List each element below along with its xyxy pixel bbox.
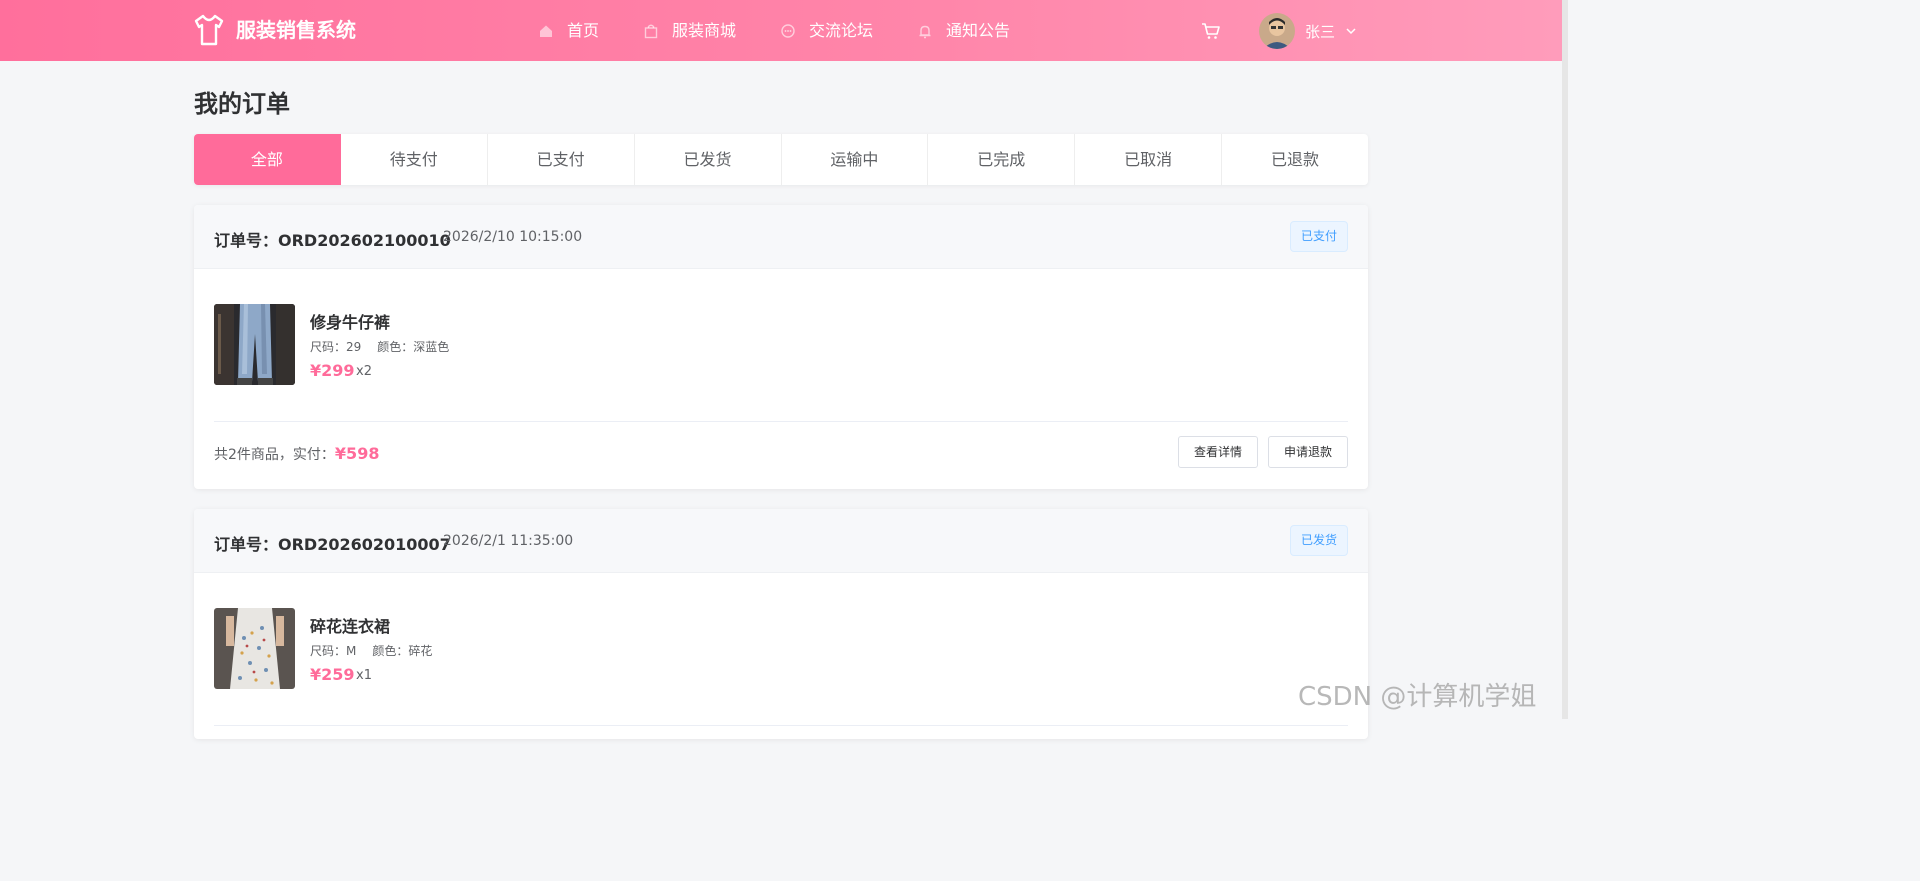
nav-forum-label: 交流论坛 — [809, 21, 874, 40]
scrollbar[interactable] — [1562, 0, 1568, 719]
tab-cancelled[interactable]: 已取消 — [1075, 134, 1223, 185]
product-size: 尺码：M — [310, 644, 357, 658]
status-badge: 已发货 — [1289, 525, 1348, 556]
app-title: 服装销售系统 — [236, 18, 356, 42]
product-quantity: x2 — [356, 364, 372, 379]
order-number: 订单号：ORD202602010007 — [214, 535, 451, 554]
request-refund-button[interactable]: 申请退款 — [1267, 436, 1348, 468]
view-detail-button[interactable]: 查看详情 — [1177, 436, 1258, 468]
summary-label: 共2件商品，实付： — [214, 447, 335, 463]
order-number: 订单号：ORD202602100010 — [214, 231, 451, 250]
home-icon — [540, 25, 552, 37]
product-size: 尺码：29 — [310, 340, 362, 354]
product-color: 颜色：深蓝色 — [377, 340, 450, 354]
product-image[interactable] — [214, 304, 295, 385]
product-price: ¥299 — [310, 361, 355, 380]
nav-home-label: 首页 — [567, 21, 600, 40]
user-name: 张三 — [1305, 22, 1336, 41]
product-color: 颜色：碎花 — [372, 644, 433, 658]
nav-mall[interactable]: 服装商城 — [643, 17, 736, 45]
order-summary: 共2件商品，实付：¥598 — [214, 444, 379, 464]
nav-notice-label: 通知公告 — [946, 21, 1011, 40]
watermark: CSDN @计算机学姐 — [1298, 682, 1537, 712]
order-time: 2026/2/1 11:35:00 — [443, 533, 574, 549]
user-menu[interactable]: 张三 — [1259, 13, 1357, 49]
divider — [214, 725, 1348, 726]
tshirt-icon — [194, 14, 224, 46]
order-time: 2026/2/10 10:15:00 — [443, 229, 583, 245]
cart-icon[interactable] — [1200, 20, 1222, 42]
order-card: 订单号：ORD202602100010 2026/2/10 10:15:00 已… — [194, 205, 1368, 489]
chat-bubble-icon — [781, 24, 795, 38]
product-spec: 尺码：29 颜色：深蓝色 — [310, 338, 449, 355]
product-price: ¥259 — [310, 665, 355, 684]
top-navbar: 服装销售系统 首页 服装商城 交流论坛 通知公告 张三 — [0, 0, 1562, 61]
tab-paid[interactable]: 已支付 — [488, 134, 635, 185]
order-item: 碎花连衣裙 尺码：M 颜色：碎花 ¥259 x1 — [194, 573, 1368, 726]
status-badge: 已支付 — [1289, 221, 1348, 252]
order-header: 订单号：ORD202602010007 2026/2/1 11:35:00 已发… — [194, 509, 1368, 573]
logo[interactable]: 服装销售系统 — [194, 14, 356, 46]
main-nav: 首页 服装商城 交流论坛 通知公告 — [538, 17, 1054, 45]
order-status-tabs: 全部 待支付 已支付 已发货 运输中 已完成 已取消 已退款 — [194, 134, 1368, 185]
nav-home[interactable]: 首页 — [538, 17, 599, 45]
product-name[interactable]: 修身牛仔裤 — [310, 309, 390, 333]
avatar — [1259, 13, 1295, 49]
tab-pending-payment[interactable]: 待支付 — [341, 134, 488, 185]
order-header: 订单号：ORD202602100010 2026/2/10 10:15:00 已… — [194, 205, 1368, 269]
product-name[interactable]: 碎花连衣裙 — [310, 613, 390, 637]
product-quantity: x1 — [356, 668, 372, 683]
nav-mall-label: 服装商城 — [672, 21, 737, 40]
summary-amount: ¥598 — [334, 444, 380, 463]
chevron-down-icon — [1346, 28, 1356, 35]
tab-refunded[interactable]: 已退款 — [1222, 134, 1368, 185]
page-title: 我的订单 — [194, 90, 290, 118]
tab-in-transit[interactable]: 运输中 — [782, 134, 929, 185]
bell-icon — [919, 25, 931, 39]
nav-forum[interactable]: 交流论坛 — [780, 17, 873, 45]
order-footer: 共2件商品，实付：¥598 查看详情 申请退款 — [194, 422, 1368, 489]
order-card: 订单号：ORD202602010007 2026/2/1 11:35:00 已发… — [194, 509, 1368, 739]
tab-completed[interactable]: 已完成 — [928, 134, 1076, 185]
product-image[interactable] — [214, 608, 295, 689]
order-item: 修身牛仔裤 尺码：29 颜色：深蓝色 ¥299 x2 — [194, 269, 1368, 422]
tab-shipped[interactable]: 已发货 — [635, 134, 782, 185]
tab-all[interactable]: 全部 — [194, 134, 341, 185]
product-spec: 尺码：M 颜色：碎花 — [310, 642, 432, 659]
shopping-bag-icon — [644, 24, 658, 39]
nav-notice[interactable]: 通知公告 — [917, 17, 1010, 45]
